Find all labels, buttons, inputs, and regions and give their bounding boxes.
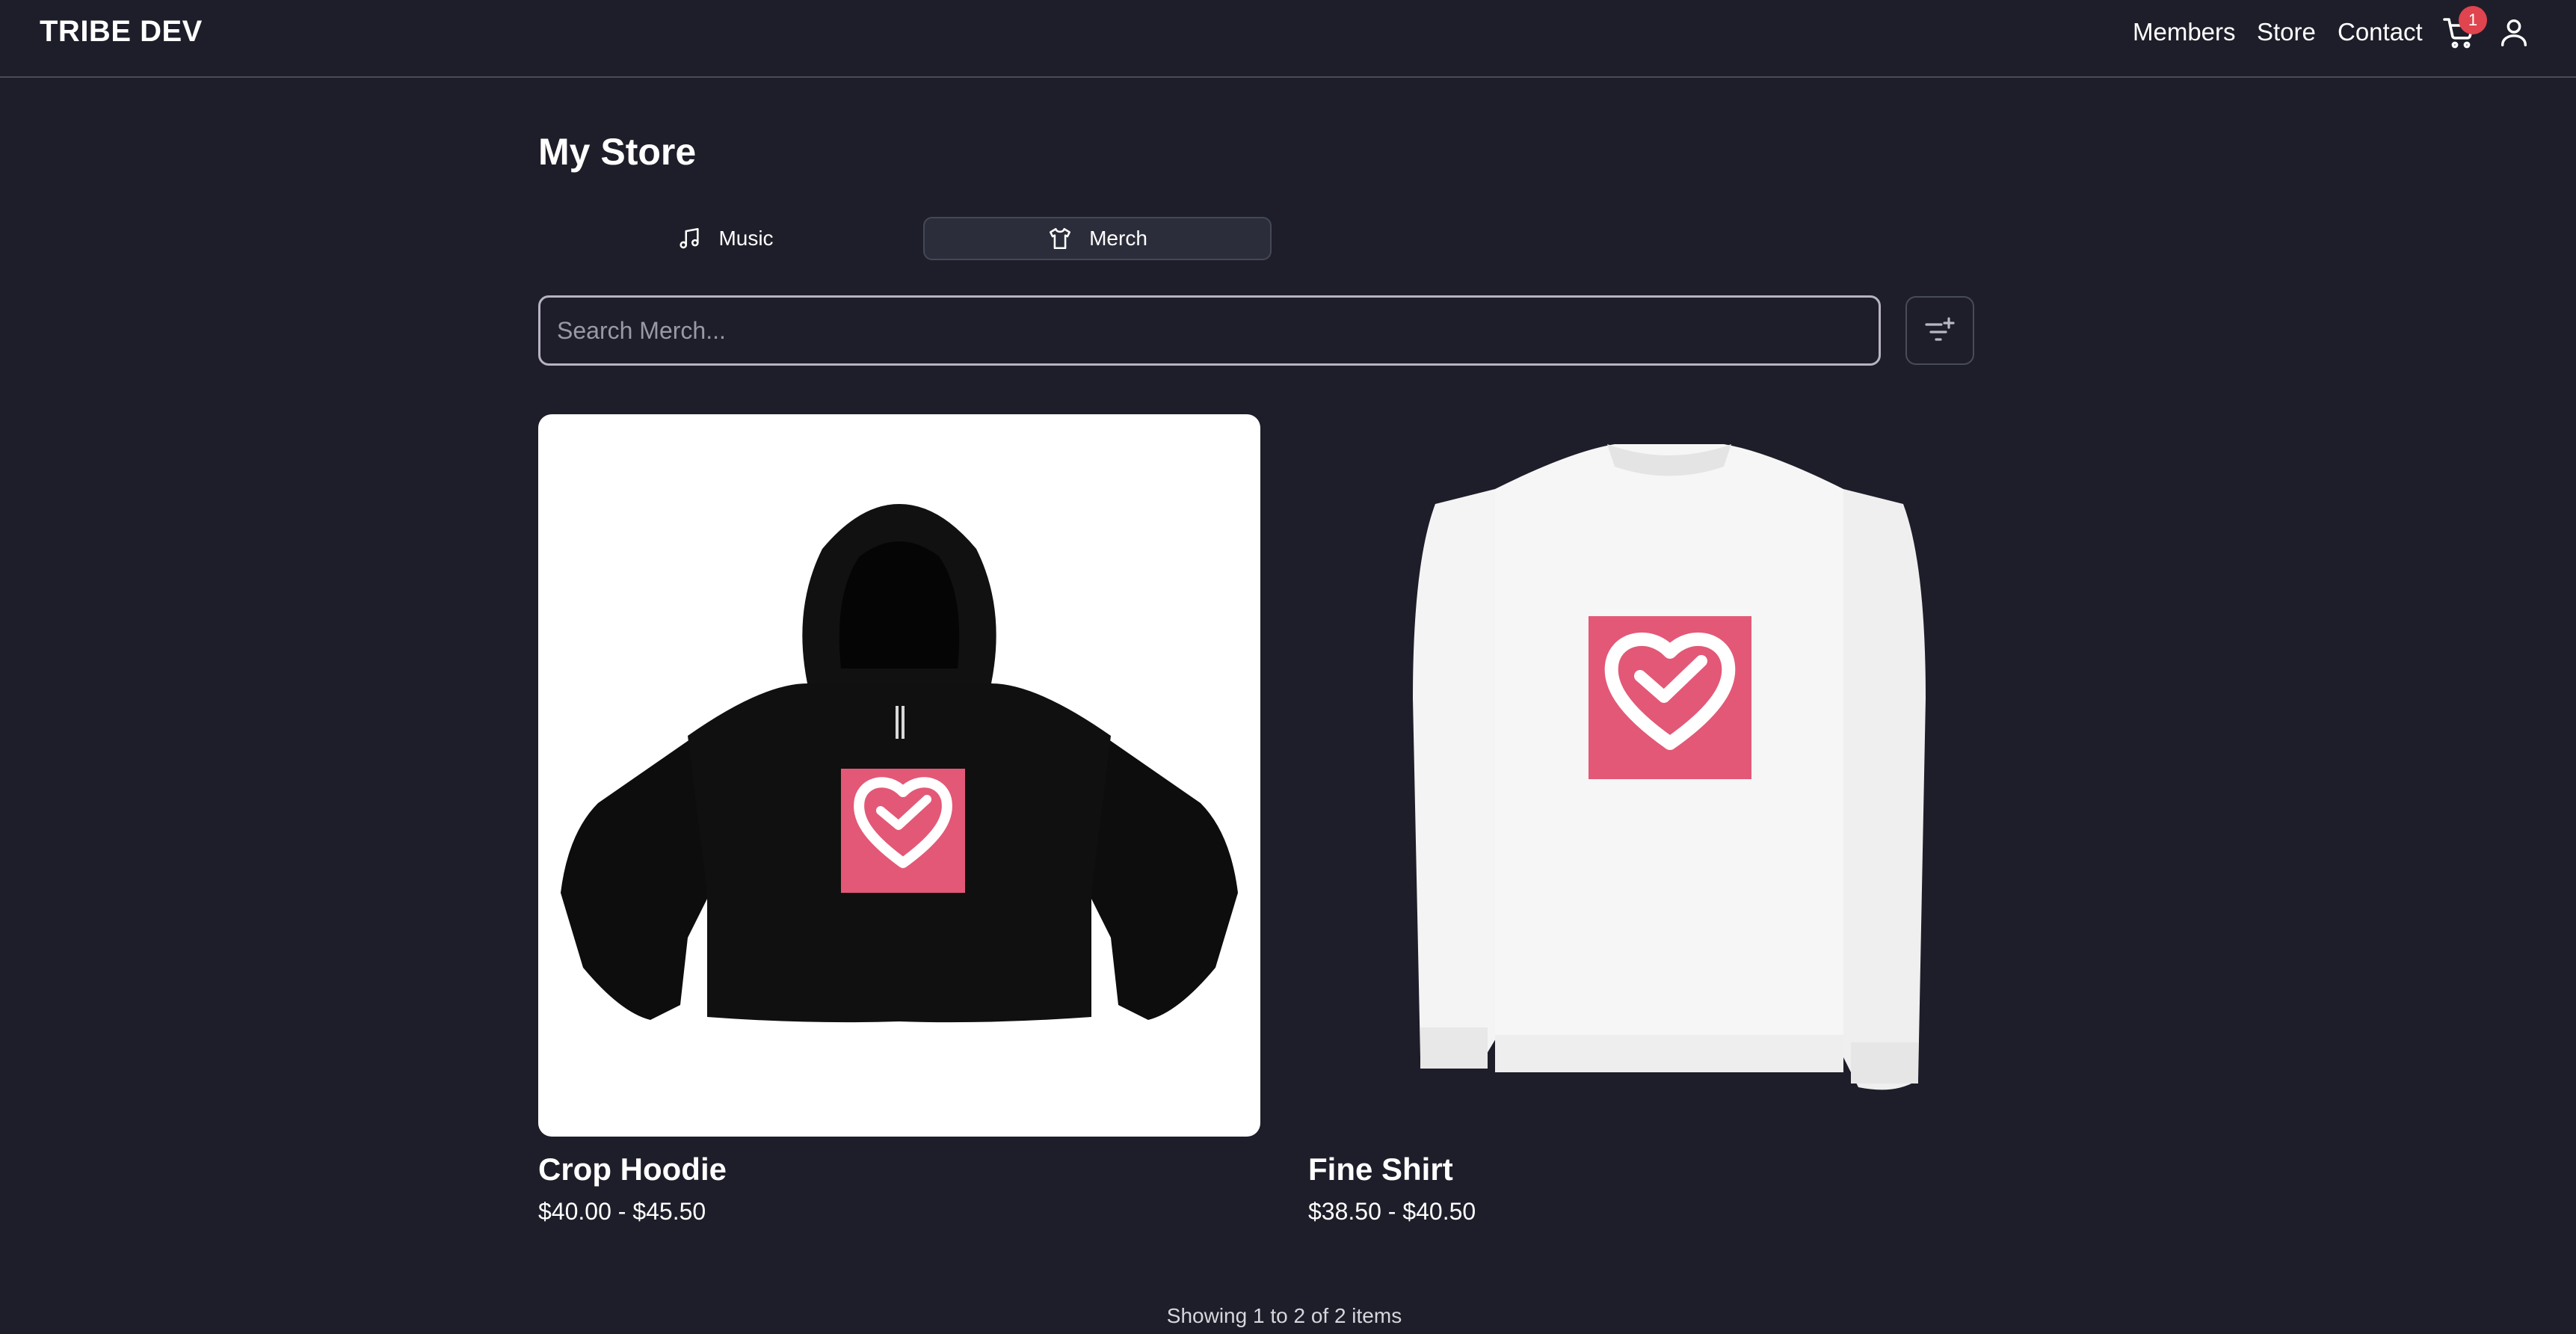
tshirt-icon <box>1050 227 1071 250</box>
filter-button[interactable] <box>1905 296 1974 365</box>
product-price: $40.00 - $45.50 <box>538 1198 706 1225</box>
tab-label: Merch <box>1089 227 1147 250</box>
tab-music[interactable]: Music <box>551 217 899 260</box>
nav-store[interactable]: Store <box>2257 18 2316 46</box>
pagination-summary: Showing 1 to 2 of 2 items <box>1166 1304 1402 1327</box>
tab-label: Music <box>718 227 774 250</box>
nav-contact[interactable]: Contact <box>2338 18 2423 46</box>
product-name[interactable]: Fine Shirt <box>1308 1152 1453 1187</box>
search-input[interactable] <box>538 295 1881 366</box>
fine-shirt-image <box>1413 444 1926 1090</box>
product-image-crop-hoodie[interactable] <box>538 414 1260 1137</box>
product-name[interactable]: Crop Hoodie <box>538 1152 727 1187</box>
page-title: My Store <box>538 131 697 173</box>
crop-hoodie-image <box>561 504 1238 1023</box>
user-icon[interactable] <box>2497 15 2531 49</box>
music-note-icon <box>680 227 700 249</box>
top-navbar: TRIBE DEV Members Store Contact 1 <box>0 0 2576 78</box>
filter-add-icon <box>1925 317 1955 341</box>
product-image-fine-shirt[interactable] <box>1308 414 2030 1137</box>
brand-logo[interactable]: TRIBE DEV <box>40 15 203 49</box>
cart-count-badge: 1 <box>2459 6 2487 34</box>
tab-merch[interactable]: Merch <box>923 217 1272 260</box>
nav-members[interactable]: Members <box>2133 18 2236 46</box>
product-price: $38.50 - $40.50 <box>1308 1198 1476 1225</box>
